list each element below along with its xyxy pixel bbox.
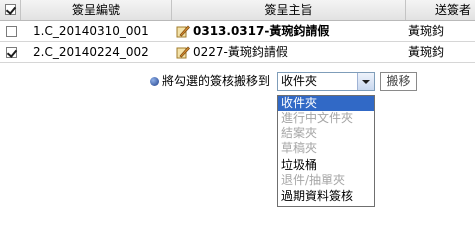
table-header: 簽呈編號 簽呈主旨 送簽者 <box>0 0 475 21</box>
document-pen-icon <box>176 25 190 38</box>
row-subject-link[interactable]: 0313.0317-黃琬鈞請假 <box>193 21 329 41</box>
row-checkbox[interactable] <box>6 47 17 58</box>
folder-dropdown-list: 收件夾 進行中文件夾 結案夾 草稿夾 垃圾桶 退件/抽單夾 過期資料簽核 <box>277 95 375 207</box>
move-button[interactable]: 搬移 <box>380 72 417 91</box>
move-selected-bar: 將勾選的簽核搬移到 收件夾 搬移 <box>0 71 475 95</box>
option-expired[interactable]: 過期資料簽核 <box>278 189 374 204</box>
option-draft: 草稿夾 <box>281 141 318 155</box>
option-in-progress: 進行中文件夾 <box>281 111 354 125</box>
select-value: 收件夾 <box>281 74 318 88</box>
row-sender: 黃琬鈞 <box>408 24 445 38</box>
chevron-down-icon[interactable] <box>357 73 374 90</box>
move-label: 將勾選的簽核搬移到 <box>162 74 271 88</box>
target-folder-select[interactable]: 收件夾 <box>277 72 375 91</box>
option-returned: 退件/抽單夾 <box>281 173 346 187</box>
option-trash[interactable]: 垃圾桶 <box>278 158 374 173</box>
option-inbox[interactable]: 收件夾 <box>278 96 374 111</box>
header-sender: 送簽者 <box>434 3 471 17</box>
header-id: 簽呈編號 <box>71 3 120 17</box>
table-row: 2.C_20140224_002 0227-黃琬鈞請假 黃琬鈞 <box>0 42 475 63</box>
select-all-checkbox[interactable] <box>5 4 16 15</box>
row-sender: 黃琬鈞 <box>408 45 445 59</box>
row-id: 1.C_20140310_001 <box>33 24 149 38</box>
bullet-icon <box>150 77 159 86</box>
row-checkbox[interactable] <box>6 26 17 37</box>
option-closed: 結案夾 <box>281 126 318 140</box>
document-pen-icon <box>176 46 190 59</box>
row-subject-link[interactable]: 0227-黃琬鈞請假 <box>193 42 288 62</box>
header-subject: 簽呈主旨 <box>264 3 313 17</box>
row-id: 2.C_20140224_002 <box>33 45 149 59</box>
table-row: 1.C_20140310_001 0313.0317-黃琬鈞請假 黃琬鈞 <box>0 21 475 42</box>
